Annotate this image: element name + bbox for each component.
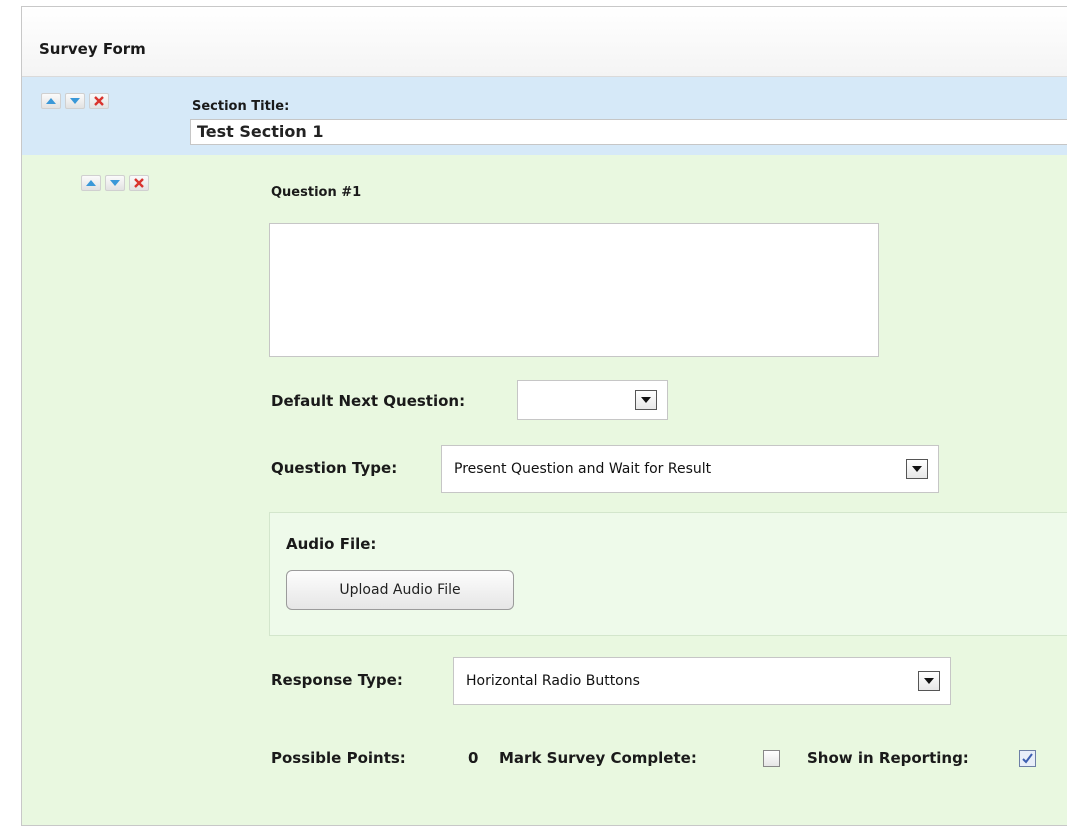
question-controls xyxy=(81,175,149,191)
possible-points-value: 0 xyxy=(468,749,479,767)
question-move-up-icon[interactable] xyxy=(81,175,101,191)
question-delete-icon[interactable] xyxy=(129,175,149,191)
response-type-label: Response Type: xyxy=(271,671,403,689)
section-controls xyxy=(41,93,109,109)
show-in-reporting-checkbox[interactable] xyxy=(1019,750,1036,767)
audio-file-panel: Audio File: Upload Audio File xyxy=(269,512,1067,636)
survey-form-panel: Survey Form Section Title: Test Section … xyxy=(21,6,1067,826)
mark-survey-complete-label: Mark Survey Complete: xyxy=(499,749,697,767)
upload-audio-file-button[interactable]: Upload Audio File xyxy=(286,570,514,610)
chevron-down-icon[interactable] xyxy=(906,459,928,479)
question-move-down-icon[interactable] xyxy=(105,175,125,191)
audio-file-label: Audio File: xyxy=(286,535,377,553)
section-delete-icon[interactable] xyxy=(89,93,109,109)
possible-points-label: Possible Points: xyxy=(271,749,406,767)
form-title: Survey Form xyxy=(39,40,146,58)
section-row: Section Title: Test Section 1 xyxy=(22,77,1067,155)
question-text-area[interactable] xyxy=(269,223,879,357)
chevron-down-icon[interactable] xyxy=(918,671,940,691)
question-type-label: Question Type: xyxy=(271,459,398,477)
response-type-select[interactable]: Horizontal Radio Buttons xyxy=(453,657,951,705)
default-next-question-select[interactable] xyxy=(517,380,668,420)
show-in-reporting-label: Show in Reporting: xyxy=(807,749,969,767)
question-type-select[interactable]: Present Question and Wait for Result xyxy=(441,445,939,493)
response-type-value: Horizontal Radio Buttons xyxy=(466,673,640,689)
default-next-question-label: Default Next Question: xyxy=(271,392,466,410)
section-move-up-icon[interactable] xyxy=(41,93,61,109)
chevron-down-icon[interactable] xyxy=(635,390,657,410)
section-move-down-icon[interactable] xyxy=(65,93,85,109)
form-header: Survey Form xyxy=(22,7,1067,77)
question-heading: Question #1 xyxy=(271,185,362,200)
mark-survey-complete-checkbox[interactable] xyxy=(763,750,780,767)
section-title-input[interactable]: Test Section 1 xyxy=(190,119,1067,145)
section-title-label: Section Title: xyxy=(192,99,290,114)
question-type-value: Present Question and Wait for Result xyxy=(454,461,712,477)
checkmark-icon xyxy=(1022,753,1033,764)
